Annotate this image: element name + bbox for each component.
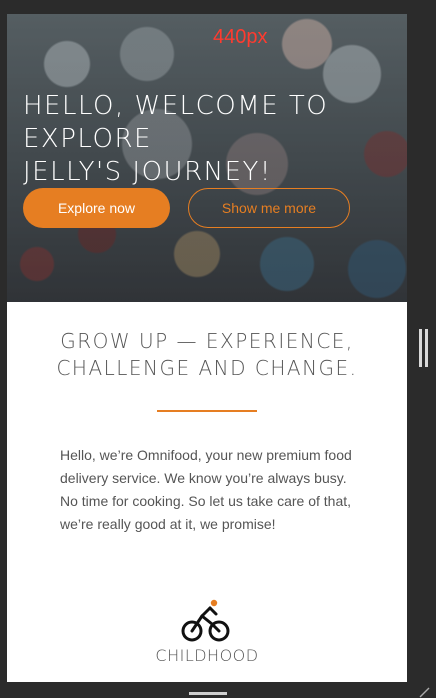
explore-now-button[interactable]: Explore now — [23, 188, 170, 228]
hero-title-line: JELLY'S JOURNEY! — [23, 157, 272, 187]
hero-title-line: EXPLORE — [23, 124, 152, 154]
bicycle-icon — [181, 599, 233, 647]
title-divider — [157, 410, 257, 412]
hero-section: 440px HELLO, WELCOME TO EXPLORE JELLY'S … — [7, 14, 407, 302]
hero-title: HELLO, WELCOME TO EXPLORE JELLY'S JOURNE… — [23, 90, 398, 189]
show-me-more-button[interactable]: Show me more — [188, 188, 350, 228]
scrollbar-handle[interactable] — [419, 329, 429, 367]
section-title: GROW UP — EXPERIENCE, CHALLENGE AND CHAN… — [7, 328, 407, 382]
viewport-width-label: 440px — [213, 26, 268, 48]
mobile-viewport: 440px HELLO, WELCOME TO EXPLORE JELLY'S … — [7, 14, 407, 682]
hero-title-line: HELLO, WELCOME TO — [23, 91, 329, 121]
resize-handle[interactable] — [189, 692, 227, 695]
feature-title: CHILDHOOD — [155, 646, 259, 665]
section-title-line: CHALLENGE AND CHANGE. — [56, 356, 358, 380]
section-title-line: GROW UP — EXPERIENCE, — [60, 329, 354, 353]
resize-corner-icon[interactable] — [418, 686, 430, 698]
intro-text: Hello, we’re Omnifood, your new premium … — [60, 447, 352, 532]
